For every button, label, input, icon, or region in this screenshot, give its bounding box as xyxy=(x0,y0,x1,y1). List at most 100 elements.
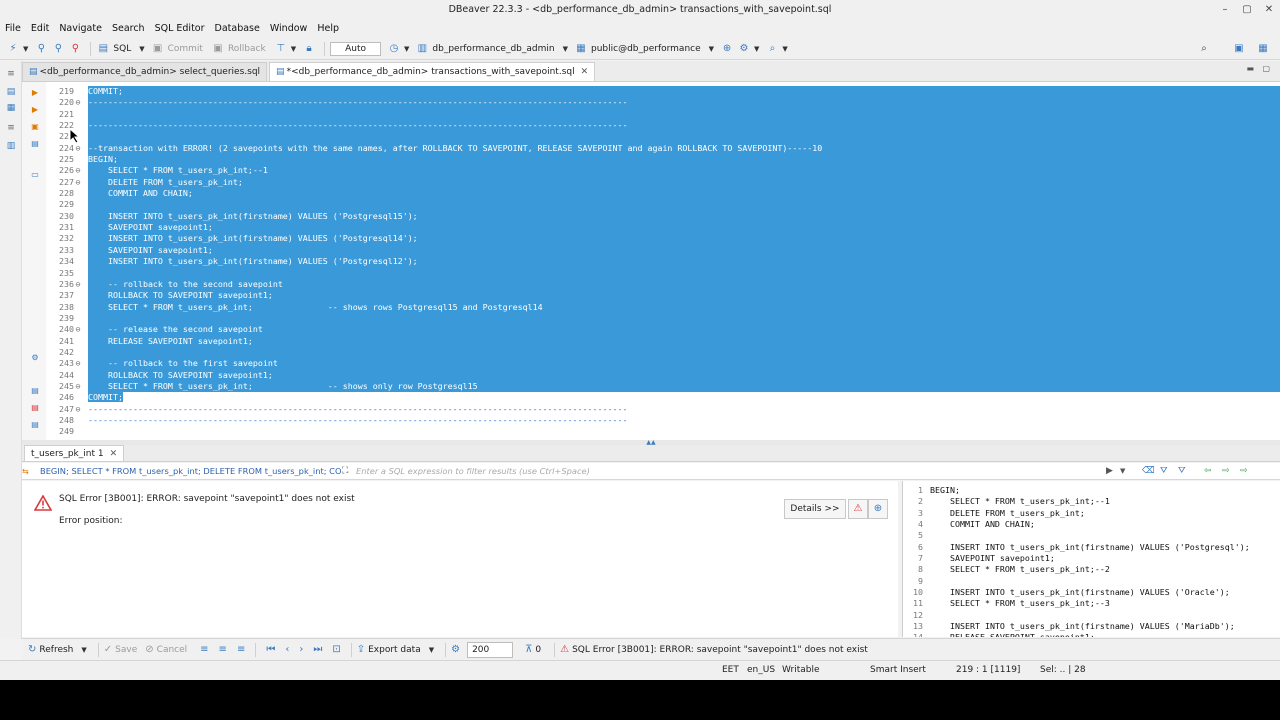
menu-edit[interactable]: Edit xyxy=(31,23,49,34)
code-line[interactable] xyxy=(88,346,1280,359)
fold-toggle-icon[interactable]: ⊖ xyxy=(74,358,82,369)
menu-window[interactable]: Window xyxy=(270,23,307,34)
rollback-button[interactable]: Rollback xyxy=(228,44,266,54)
code-line[interactable]: ----------------------------------------… xyxy=(88,97,1280,109)
code-line[interactable]: DELETE FROM t_users_pk_int; xyxy=(88,176,1280,189)
last-page-icon[interactable]: ⏭ xyxy=(313,644,322,655)
close-icon[interactable]: ✕ xyxy=(581,67,589,77)
dbeaver-perspective-icon[interactable]: ▦ xyxy=(1256,43,1270,54)
fold-toggle-icon[interactable]: ⊖ xyxy=(74,381,82,392)
cancel-button[interactable]: Cancel xyxy=(157,645,188,655)
export-icon[interactable]: ▤ xyxy=(30,386,40,396)
code-line[interactable] xyxy=(88,312,1280,325)
tab-transactions-with-savepoint[interactable]: ▤ *<db_performance_db_admin> transactions… xyxy=(269,62,596,81)
format-icon[interactable]: ▤ xyxy=(30,420,40,430)
add-row-icon[interactable]: ≡ xyxy=(200,644,208,655)
code-line[interactable]: SELECT * FROM t_users_pk_int;--1 xyxy=(88,165,1280,177)
explain-plan-icon[interactable]: ▤ xyxy=(30,139,40,149)
history-icon[interactable]: ◷ xyxy=(387,43,401,54)
code-line[interactable]: ROLLBACK TO SAVEPOINT savepoint1; xyxy=(88,369,1280,381)
code-line[interactable] xyxy=(88,267,1280,279)
help-icon[interactable]: ⊕ xyxy=(868,499,888,519)
tools-icon[interactable]: ⚙ xyxy=(737,43,751,54)
copy-row-icon[interactable]: ≡ xyxy=(219,644,227,655)
code-line[interactable]: ----------------------------------------… xyxy=(88,415,1280,426)
commit-button[interactable]: Commit xyxy=(168,44,203,54)
fold-toggle-icon[interactable]: ⊖ xyxy=(74,404,82,415)
maximize-button[interactable]: ▢ xyxy=(1236,0,1258,19)
menu-database[interactable]: Database xyxy=(215,23,260,34)
close-window-button[interactable]: ✕ xyxy=(1258,0,1280,19)
chevron-down-icon[interactable]: ▼ xyxy=(23,45,28,53)
filter-funnel-icon[interactable]: ⛛ xyxy=(1178,463,1186,480)
code-line[interactable]: SAVEPOINT savepoint1; xyxy=(88,244,1280,257)
minimize-icon[interactable]: ▬ xyxy=(1246,64,1254,73)
code-line[interactable]: ----------------------------------------… xyxy=(88,404,1280,415)
filter-history-icon[interactable]: ⛛ xyxy=(1160,463,1168,480)
delete-row-icon[interactable]: ≡ xyxy=(237,644,245,655)
execute-new-tab-icon[interactable]: ▣ xyxy=(30,122,40,132)
previous-page-icon[interactable]: ‹ xyxy=(285,644,289,655)
disconnect-icon[interactable]: ⚲ xyxy=(68,43,82,54)
fetch-all-icon[interactable]: ⊡ xyxy=(332,644,340,655)
chevron-down-icon[interactable]: ▼ xyxy=(1120,463,1125,480)
chevron-down-icon[interactable]: ▼ xyxy=(563,45,568,53)
new-connection-icon[interactable]: ⚡ xyxy=(6,43,20,54)
outline-icon[interactable]: ▥ xyxy=(5,141,17,151)
navigator-icon[interactable]: ▤ xyxy=(5,87,17,97)
minimize-button[interactable]: – xyxy=(1214,0,1236,19)
network-icon[interactable]: ⊕ xyxy=(720,43,734,54)
details-button[interactable]: Details >> xyxy=(784,499,846,519)
first-page-icon[interactable]: ⏮ xyxy=(266,644,275,655)
next-page-icon[interactable]: › xyxy=(299,644,303,655)
code-line[interactable] xyxy=(88,131,1280,143)
fold-toggle-icon[interactable]: ⊖ xyxy=(74,279,82,290)
code-line[interactable]: INSERT INTO t_users_pk_int(firstname) VA… xyxy=(88,233,1280,245)
chevron-down-icon[interactable]: ▼ xyxy=(139,45,144,53)
global-search-icon[interactable]: ⌕ xyxy=(1197,43,1211,54)
code-area[interactable]: COMMIT; ---------------------------------… xyxy=(88,86,1280,438)
transaction-mode-icon[interactable]: ⊤ xyxy=(274,43,288,54)
execute-statement-icon[interactable]: ▶ xyxy=(30,88,40,98)
export-data-button[interactable]: Export data xyxy=(368,645,421,655)
code-line[interactable]: SELECT * FROM t_users_pk_int; -- shows o… xyxy=(88,380,1280,393)
menu-help[interactable]: Help xyxy=(317,23,339,34)
code-line[interactable]: -- rollback to the second savepoint xyxy=(88,278,1280,291)
code-line[interactable]: -- release the second savepoint xyxy=(88,324,1280,336)
code-line[interactable]: --transaction with ERROR! (2 savepoints … xyxy=(88,142,1280,155)
fold-toggle-icon[interactable]: ⊖ xyxy=(74,165,82,176)
execute-script-icon[interactable]: ▶ xyxy=(30,105,40,115)
code-line[interactable]: INSERT INTO t_users_pk_int(firstname) VA… xyxy=(88,256,1280,268)
tab-results[interactable]: t_users_pk_int 1 ✕ xyxy=(24,445,125,461)
output-icon[interactable]: ▭ xyxy=(30,170,40,180)
lock-icon[interactable]: 🔒︎ xyxy=(302,43,316,54)
sql-editor-icon[interactable]: ▤ xyxy=(96,43,110,54)
code-line[interactable] xyxy=(88,108,1280,121)
close-icon[interactable]: ✕ xyxy=(110,449,118,459)
fold-toggle-icon[interactable]: ⊖ xyxy=(74,143,82,154)
minimize-strip-icon[interactable]: ≡ xyxy=(5,123,17,133)
active-schema[interactable]: public@db_performance xyxy=(591,44,701,54)
menu-file[interactable]: File xyxy=(5,23,21,34)
code-line[interactable]: ROLLBACK TO SAVEPOINT savepoint1; xyxy=(88,290,1280,302)
error-log-icon[interactable]: ⚠ xyxy=(848,499,868,519)
forward-icon[interactable]: ⇨ xyxy=(1222,463,1230,480)
search-icon[interactable]: ⌕ xyxy=(765,43,779,54)
tab-select-queries[interactable]: ▤ <db_performance_db_admin> select_querie… xyxy=(22,62,268,81)
clear-icon[interactable]: ▤ xyxy=(30,403,40,413)
perspective-icon[interactable]: ▣ xyxy=(1232,43,1246,54)
code-line[interactable]: RELEASE SAVEPOINT savepoint1; xyxy=(88,335,1280,347)
code-line[interactable] xyxy=(88,426,1280,437)
code-line[interactable]: SAVEPOINT savepoint1; xyxy=(88,222,1280,234)
code-line[interactable]: SELECT * FROM t_users_pk_int; -- shows r… xyxy=(88,301,1280,313)
menu-navigate[interactable]: Navigate xyxy=(59,23,102,34)
back-icon[interactable]: ⇦ xyxy=(1204,463,1212,480)
settings-icon[interactable]: ⚙ xyxy=(30,353,40,363)
active-datasource[interactable]: db_performance_db_admin xyxy=(432,44,554,54)
chevron-down-icon[interactable]: ▼ xyxy=(782,45,787,53)
sql-button[interactable]: SQL xyxy=(113,44,131,54)
clear-filter-icon[interactable]: ⌫ xyxy=(1142,463,1155,480)
projects-icon[interactable]: ▦ xyxy=(5,103,17,113)
code-line[interactable]: COMMIT; xyxy=(88,86,1280,98)
filter-input[interactable]: Enter a SQL expression to filter results… xyxy=(352,464,1122,479)
